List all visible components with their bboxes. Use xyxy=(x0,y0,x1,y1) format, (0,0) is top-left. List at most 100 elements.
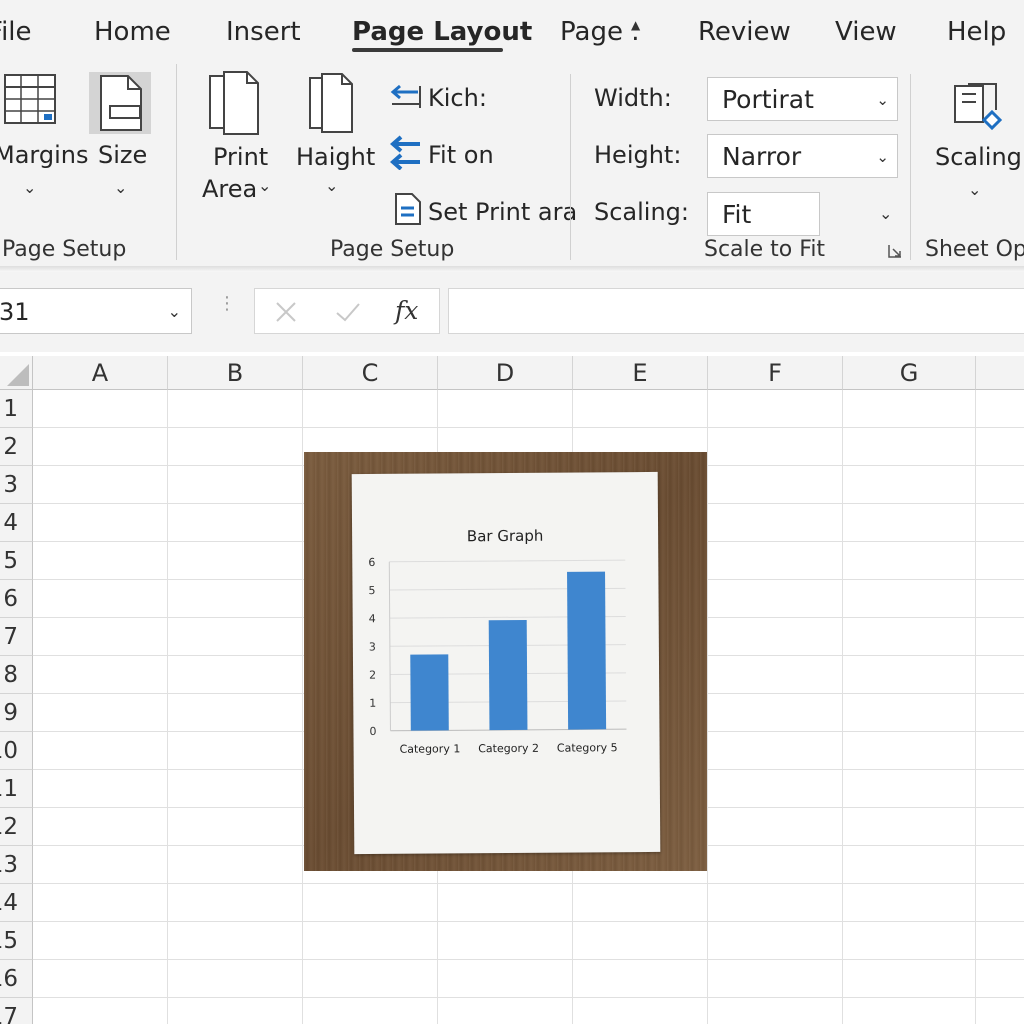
row-header-label: 15 xyxy=(0,928,18,954)
caret-up-icon: ▲ xyxy=(631,18,641,32)
tab-home[interactable]: Home xyxy=(94,14,171,50)
group-divider xyxy=(176,64,177,260)
column-header-g[interactable]: G xyxy=(843,356,976,390)
chart-bar xyxy=(488,620,528,731)
y-tick-label: 5 xyxy=(368,584,375,597)
row-header[interactable]: 13 xyxy=(0,846,33,884)
set-print-area-icon xyxy=(395,193,421,225)
column-gridline xyxy=(842,390,843,1024)
scaling-button-label: Scaling xyxy=(935,143,1022,171)
height-value: Narror xyxy=(722,142,802,171)
tab-page[interactable]: Page . xyxy=(560,14,639,50)
select-all-triangle-icon xyxy=(7,364,29,386)
column-header-c[interactable]: C xyxy=(303,356,438,390)
formula-input[interactable] xyxy=(448,288,1024,334)
row-header[interactable]: 17 xyxy=(0,998,33,1024)
column-header-h[interactable] xyxy=(976,356,1024,390)
scaling-spinner-icon[interactable]: ⌄ xyxy=(879,206,892,222)
column-header-f[interactable]: F xyxy=(708,356,843,390)
chart-gridline xyxy=(389,559,626,563)
row-header[interactable]: 5 xyxy=(0,542,33,580)
ribbon: Margins ⌄ Size ⌄ Page Setup Print Area ⌄… xyxy=(0,60,1024,266)
margins-icon xyxy=(4,74,56,124)
width-dropdown[interactable]: Portirat ⌄ xyxy=(707,77,898,121)
more-options-icon[interactable]: ⋮ xyxy=(218,295,236,313)
row-header-label: 3 xyxy=(3,472,18,498)
row-header[interactable]: 12 xyxy=(0,808,33,846)
column-gridline xyxy=(707,390,708,1024)
chart-title: Bar Graph xyxy=(467,527,544,546)
group-divider xyxy=(570,74,571,260)
row-header[interactable]: 2 xyxy=(0,428,33,466)
row-header[interactable]: 4 xyxy=(0,504,33,542)
group-label-page-setup-2: Page Setup xyxy=(330,237,455,262)
row-header[interactable]: 3 xyxy=(0,466,33,504)
name-box[interactable]: 31 ⌄ xyxy=(0,288,192,334)
row-header[interactable]: 10 xyxy=(0,732,33,770)
scaling-field-label: Scaling: xyxy=(594,198,690,226)
y-tick-label: 4 xyxy=(369,612,376,625)
row-header[interactable]: 7 xyxy=(0,618,33,656)
dialog-launcher-icon[interactable] xyxy=(887,243,903,259)
tab-review[interactable]: Review xyxy=(698,14,791,50)
row-gridline xyxy=(33,883,1024,884)
height-label: Height: xyxy=(594,141,682,169)
chevron-down-icon: ⌄ xyxy=(114,178,128,197)
active-tab-indicator xyxy=(352,48,503,52)
enter-check-icon[interactable] xyxy=(335,301,361,323)
height-dropdown[interactable]: Narror ⌄ xyxy=(707,134,898,178)
tab-page-layout[interactable]: Page Layout xyxy=(352,14,532,50)
scaling-input[interactable]: Fit xyxy=(707,192,820,236)
tab-insert[interactable]: Insert xyxy=(226,14,301,50)
row-header-label: 11 xyxy=(0,776,18,802)
insert-function-icon[interactable]: fx xyxy=(395,296,418,325)
tab-view[interactable]: View xyxy=(835,14,897,50)
group-label-page-setup-1: Page Setup xyxy=(2,237,127,262)
column-header-e[interactable]: E xyxy=(573,356,708,390)
tab-help[interactable]: Help xyxy=(947,14,1006,50)
ribbon-tab-bar: File Home Insert Page Layout Page . ▲ Re… xyxy=(0,0,1024,60)
row-gridline xyxy=(33,427,1024,428)
width-value: Portirat xyxy=(722,85,814,114)
y-tick-label: 0 xyxy=(369,725,376,738)
select-all-corner[interactable] xyxy=(0,356,33,390)
row-header[interactable]: 6 xyxy=(0,580,33,618)
y-tick-label: 1 xyxy=(369,697,376,710)
row-header-label: 6 xyxy=(3,586,18,612)
row-header-label: 17 xyxy=(0,1004,18,1024)
fit-on-label: Fit on xyxy=(428,141,494,169)
row-header-label: 16 xyxy=(0,966,18,992)
formula-bar-area: 31 ⌄ ⋮ fx xyxy=(0,272,1024,352)
column-gridline xyxy=(975,390,976,1024)
row-header[interactable]: 11 xyxy=(0,770,33,808)
cancel-icon[interactable] xyxy=(275,301,297,323)
fit-on-icon xyxy=(390,135,420,170)
x-tick-label: Category 1 xyxy=(400,742,461,755)
row-header[interactable]: 16 xyxy=(0,960,33,998)
chevron-down-icon: ⌄ xyxy=(876,148,889,166)
column-header-d[interactable]: D xyxy=(438,356,573,390)
row-header-label: 7 xyxy=(3,624,18,650)
column-gridline xyxy=(167,390,168,1024)
column-header-a[interactable]: A xyxy=(33,356,168,390)
row-header-label: 2 xyxy=(3,434,18,460)
row-header[interactable]: 9 xyxy=(0,694,33,732)
y-tick-label: 3 xyxy=(369,640,376,653)
row-header-label: 12 xyxy=(0,814,18,840)
tab-file[interactable]: File xyxy=(0,14,32,50)
column-header-b[interactable]: B xyxy=(168,356,303,390)
row-header[interactable]: 1 xyxy=(0,390,33,428)
row-gridline xyxy=(33,997,1024,998)
embedded-picture[interactable]: Bar Graph 0 1 2 3 4 5 6 Category 1 Category 2 Cate… xyxy=(304,452,707,871)
group-label-sheet-options: Sheet Opt xyxy=(925,237,1024,262)
margins-label: Margins xyxy=(0,141,89,169)
column-gridline xyxy=(302,390,303,1024)
print-area-icon xyxy=(209,71,259,135)
row-header[interactable]: 8 xyxy=(0,656,33,694)
row-header-label: 4 xyxy=(3,510,18,536)
row-header[interactable]: 14 xyxy=(0,884,33,922)
chevron-down-icon: ⌄ xyxy=(876,91,889,109)
chevron-down-icon: ⌄ xyxy=(968,180,982,199)
chevron-down-icon: ⌄ xyxy=(167,302,181,321)
row-header[interactable]: 15 xyxy=(0,922,33,960)
